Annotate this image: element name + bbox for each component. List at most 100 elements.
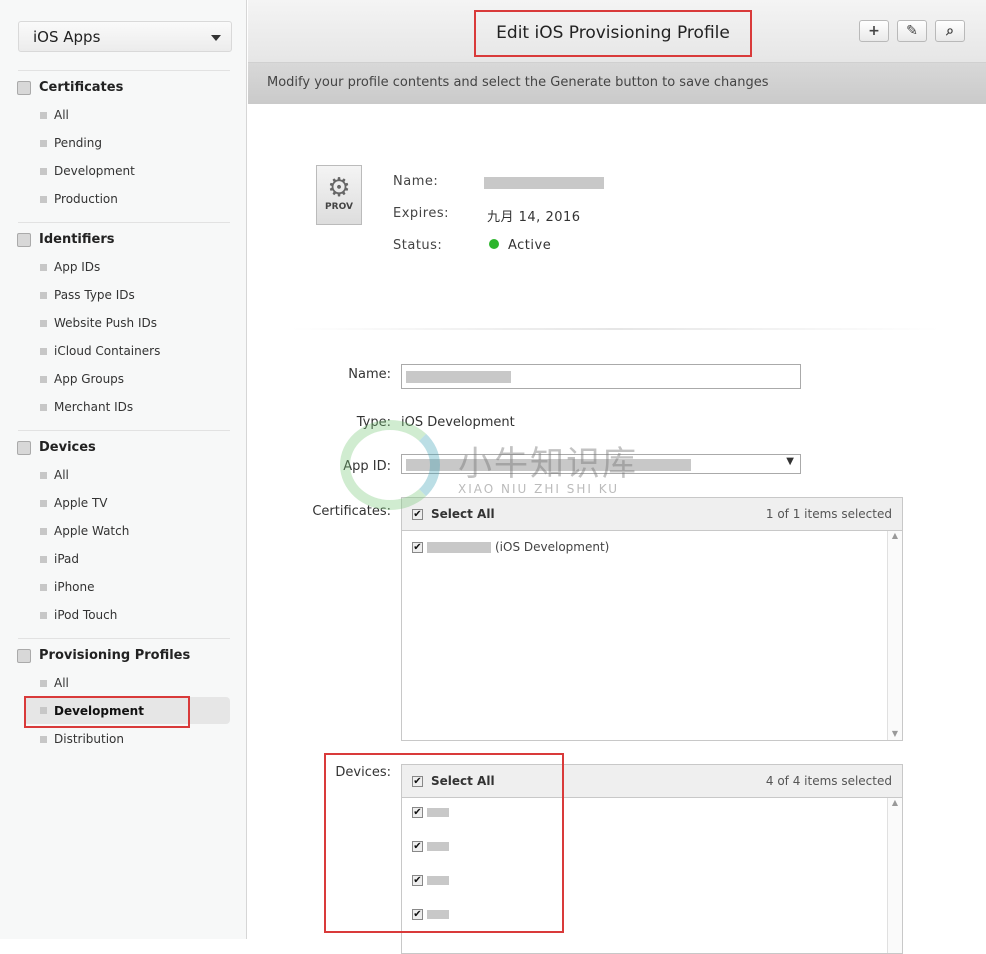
sidebar-item[interactable]: Pending [40, 133, 102, 153]
page-title: Edit iOS Provisioning Profile [474, 10, 752, 57]
sidebar-item[interactable]: iPad [40, 549, 79, 569]
sidebar-item[interactable]: Website Push IDs [40, 313, 157, 333]
sidebar-section-3[interactable]: Provisioning Profiles [17, 648, 190, 663]
section-title: Devices [39, 440, 96, 455]
name-redacted [406, 371, 511, 383]
certificates-list: ✔ Select All 1 of 1 items selected ✔ (iOS D… [401, 497, 903, 741]
status-dot-icon [489, 239, 499, 249]
sidebar-item-label: All [54, 468, 69, 482]
highlight-devices [324, 753, 564, 933]
sidebar-item-label: Pass Type IDs [54, 288, 135, 302]
prov-label: PROV [325, 202, 353, 212]
dropdown-arrow-icon: ▼ [786, 456, 794, 467]
add-button[interactable]: + [859, 20, 889, 42]
name-input[interactable] [401, 364, 801, 389]
form-name-label: Name: [348, 367, 391, 382]
select-all-certificates-checkbox[interactable]: ✔ [412, 508, 423, 520]
select-all-label: Select All [431, 507, 495, 521]
sidebar-item[interactable]: Apple TV [40, 493, 108, 513]
sidebar-item-label: All [54, 108, 69, 122]
sidebar-item-label: All [54, 676, 69, 690]
sidebar-item-label: iCloud Containers [54, 344, 161, 358]
sidebar-item[interactable]: Pass Type IDs [40, 285, 135, 305]
sidebar-item[interactable]: All [40, 105, 69, 125]
sidebar-item-label: iPod Touch [54, 608, 118, 622]
platform-label: iOS Apps [33, 28, 101, 46]
bullet-icon [40, 291, 47, 299]
sidebar-item[interactable]: iPod Touch [40, 605, 117, 625]
bullet-icon [40, 679, 47, 687]
edit-icon: ✎ [906, 23, 918, 39]
sidebar-item-label: Apple TV [54, 496, 108, 510]
device-icon [17, 440, 31, 455]
sidebar-item[interactable]: Development [40, 161, 135, 181]
certificates-label: Certificates: [312, 504, 391, 519]
list-item[interactable]: ✔ (iOS Development) [412, 540, 609, 554]
scrollbar[interactable]: ▲ ▼ [887, 531, 902, 740]
sidebar-item-label: Production [54, 192, 118, 206]
bullet-icon [40, 195, 47, 203]
sidebar-divider [18, 430, 230, 431]
sidebar-item[interactable]: Production [40, 189, 118, 209]
sidebar-item[interactable]: All [40, 465, 69, 485]
bullet-icon [40, 263, 47, 271]
sidebar-item[interactable]: App IDs [40, 257, 100, 277]
highlight-development [24, 696, 190, 728]
document-icon [17, 648, 31, 663]
section-title: Certificates [39, 80, 124, 95]
sidebar-item[interactable]: iCloud Containers [40, 341, 160, 361]
sidebar-divider [18, 70, 230, 71]
sidebar-item[interactable]: iPhone [40, 577, 95, 597]
type-label: Type: [356, 415, 391, 430]
sidebar-section-2[interactable]: Devices [17, 440, 96, 455]
expires-label: Expires: [393, 206, 449, 221]
edit-button[interactable]: ✎ [897, 20, 927, 42]
bullet-icon [40, 403, 47, 411]
bullet-icon [40, 167, 47, 175]
certificate-type: (iOS Development) [495, 540, 610, 554]
certificate-icon [17, 80, 31, 95]
sidebar-item-label: Merchant IDs [54, 400, 134, 414]
bullet-icon [40, 583, 47, 591]
search-button[interactable]: ⌕ [935, 20, 965, 42]
sidebar-section-0[interactable]: Certificates [17, 80, 123, 95]
sidebar-section-1[interactable]: Identifiers [17, 232, 115, 247]
sidebar-item-label: Apple Watch [54, 524, 130, 538]
bullet-icon [40, 111, 47, 119]
sidebar-item[interactable]: Distribution [40, 729, 124, 749]
certificate-redacted [427, 541, 491, 553]
scrollbar[interactable]: ▲ [887, 798, 902, 953]
status-label: Status: [393, 238, 443, 253]
bullet-icon [40, 375, 47, 383]
sidebar: iOS Apps Certificates All Pending Developme… [0, 0, 247, 939]
sidebar-item-label: App Groups [54, 372, 125, 386]
sidebar-divider [18, 638, 230, 639]
sidebar-item[interactable]: Apple Watch [40, 521, 129, 541]
status-value: Active [508, 238, 552, 253]
appid-redacted [406, 459, 691, 471]
bullet-icon [40, 471, 47, 479]
instructions: Modify your profile contents and select … [248, 63, 986, 104]
appid-label: App ID: [343, 459, 391, 474]
sidebar-item[interactable]: All [40, 673, 69, 693]
name-label: Name: [393, 174, 439, 189]
header: Edit iOS Provisioning Profile + ✎ ⌕ [248, 0, 986, 63]
bullet-icon [40, 499, 47, 507]
bullet-icon [40, 555, 47, 563]
sidebar-item[interactable]: Merchant IDs [40, 397, 133, 417]
bullet-icon [40, 527, 47, 535]
divider [290, 328, 940, 330]
sidebar-item-label: Distribution [54, 732, 125, 746]
certificate-checkbox[interactable]: ✔ [412, 541, 423, 553]
platform-dropdown[interactable]: iOS Apps [18, 21, 232, 52]
type-value: iOS Development [401, 415, 515, 430]
sidebar-divider [18, 222, 230, 223]
profile-icon: ⚙ PROV [316, 165, 362, 225]
bullet-icon [40, 611, 47, 619]
sidebar-item-label: App IDs [54, 260, 101, 274]
sidebar-item-label: Website Push IDs [54, 316, 157, 330]
chevron-down-icon [211, 35, 221, 41]
section-title: Identifiers [39, 232, 115, 247]
appid-select[interactable]: ▼ [401, 454, 801, 474]
sidebar-item[interactable]: App Groups [40, 369, 124, 389]
